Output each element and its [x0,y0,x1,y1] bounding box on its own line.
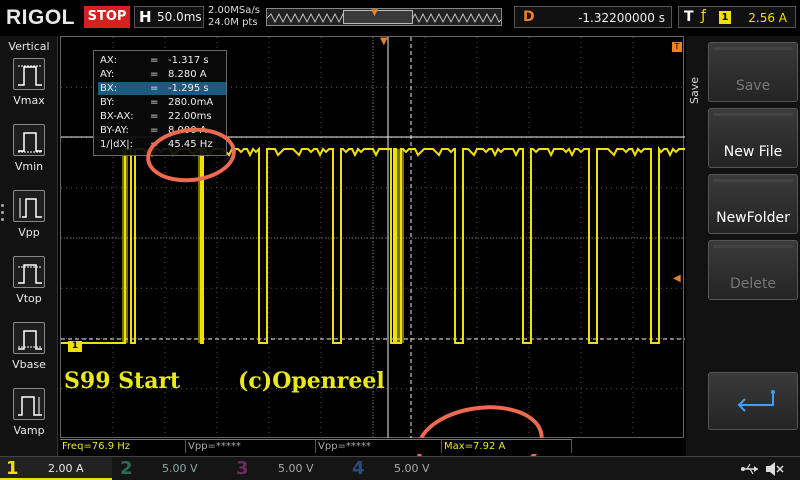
save-menu-title: Save [688,76,701,104]
measure-label-vpp: Vpp [18,226,40,239]
cursor-row-by: BY: = 280.0mA [100,97,214,108]
save-menu: Save Save New File NewFolder Delete [686,36,800,456]
measure-vpp-b[interactable]: Vpp=***** [316,439,442,453]
new-folder-button[interactable]: NewFolder [708,174,798,234]
return-button[interactable] [708,372,798,430]
measure-item-vbase[interactable]: Vbase [6,322,52,384]
measure-label-vmax: Vmax [13,94,45,107]
channel1-offset-marker[interactable]: 1 [68,341,82,352]
measure-menu-title: Vertical [8,40,50,53]
page-indicator [1,204,5,225]
acquisition-info: 2.00MSa/s 24.0M pts [208,5,260,29]
timebase-value: 50.0ms [157,10,202,24]
usb-icon [741,463,758,475]
channel-2-number: 2 [120,458,133,479]
vtop-icon [13,256,45,288]
save-button[interactable]: Save [708,42,798,102]
channel-1-scale: 2.00 A [48,462,84,475]
trigger-source-badge: 1 [719,11,731,24]
speaker-muted-icon[interactable] [764,460,784,478]
measure-item-vtop[interactable]: Vtop [6,256,52,318]
memory-depth: 24.0M pts [208,17,258,28]
timebase-label: H [139,8,152,26]
cursor-row-ax: AX: = -1.317 s [100,55,209,66]
cursor-row-ay: AY: = 8.280 A [100,69,207,80]
vamp-icon [13,388,45,420]
channel-3-number: 3 [236,458,249,479]
delay-value: -1.32200000 s [578,11,665,25]
channel-3-scale: 5.00 V [278,462,314,475]
vmin-icon [13,124,45,156]
memory-overview-strip[interactable]: ▼ [266,8,502,26]
measure-item-vamp[interactable]: Vamp [6,388,52,450]
delay-box[interactable]: D -1.32200000 s [514,6,672,28]
trigger-box[interactable]: T ƒ 1 2.56 A [678,6,796,28]
measure-label-vbase: Vbase [12,358,46,371]
cursor-row-bx-ax: BX-AX: = 22.00ms [100,111,212,122]
measure-label-vtop: Vtop [16,292,42,305]
trigger-level-marker[interactable]: ◀ [673,273,681,284]
new-file-button[interactable]: New File [708,108,798,168]
channel-4-number: 4 [352,458,365,479]
delete-button[interactable]: Delete [708,240,798,300]
memory-view-window[interactable] [343,10,413,24]
watermark-title: S99 Start [64,368,181,394]
channel-2-tab[interactable]: 2 5.00 V [114,457,226,480]
measure-menu: Vertical Vmax Vmin Vpp Vtop Vbase Vamp [0,36,58,456]
sample-rate: 2.00MSa/s [208,5,260,16]
channel-2-scale: 5.00 V [162,462,198,475]
measure-vpp-a[interactable]: Vpp=***** [186,439,316,453]
measure-freq[interactable]: Freq=76.9 Hz [60,439,186,453]
vpp-icon [13,190,45,222]
measure-max[interactable]: Max=7.92 A [442,439,572,453]
channel-1-number: 1 [6,458,19,479]
channel-4-tab[interactable]: 4 5.00 V [346,457,458,480]
trigger-position-icon: ▼ [371,8,378,18]
trigger-position-marker[interactable]: ▼ [380,36,388,47]
measure-label-vmin: Vmin [14,160,44,173]
return-arrow-icon [737,390,775,412]
trigger-level: 2.56 A [748,11,787,25]
brand-logo: RIGOL [6,6,75,29]
rising-edge-icon: ƒ [701,8,706,24]
measurement-bar: Freq=76.9 Hz Vpp=***** Vpp=***** Max=7.9… [60,438,686,454]
channel-4-scale: 5.00 V [394,462,430,475]
cursor-row-bx[interactable]: BX: = -1.295 s [98,82,226,95]
measure-item-vpp[interactable]: Vpp [6,190,52,252]
timebase-box[interactable]: H 50.0ms [134,6,204,28]
run-stop-indicator[interactable]: STOP [84,6,130,28]
vmax-icon [13,58,45,90]
top-status-bar: RIGOL STOP H 50.0ms 2.00MSa/s 24.0M pts … [0,0,800,36]
measure-item-vmax[interactable]: Vmax [6,58,52,120]
measure-item-vmin[interactable]: Vmin [6,124,52,186]
channel-1-tab[interactable]: 1 2.00 A [0,457,112,480]
measure-label-vamp: Vamp [13,424,45,437]
trigger-top-marker: T [672,42,682,52]
watermark-credit: (c)Openreel [238,368,385,394]
delay-label: D [523,9,535,25]
channel-3-tab[interactable]: 3 5.00 V [230,457,342,480]
trigger-label: T [684,9,694,25]
channel-bar: 1 2.00 A 2 5.00 V 3 5.00 V 4 5.00 V [0,456,800,480]
vbase-icon [13,322,45,354]
